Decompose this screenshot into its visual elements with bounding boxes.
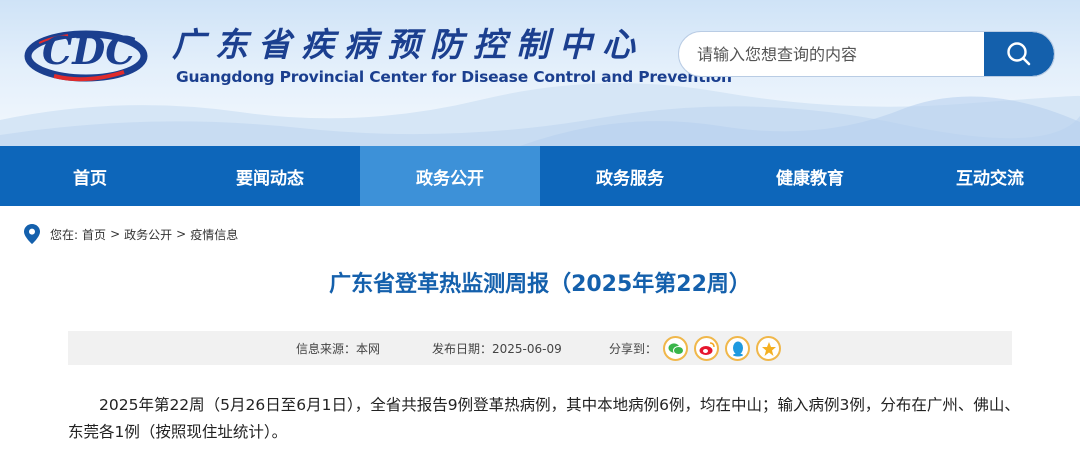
cdc-logo[interactable]: CDC xyxy=(24,16,154,86)
share-icons xyxy=(663,336,781,361)
breadcrumb: 您在: 首页 > 政务公开 > 疫情信息 xyxy=(24,224,242,244)
breadcrumb-separator: > xyxy=(110,227,121,241)
nav-home[interactable]: 首页 xyxy=(0,146,180,206)
article-meta-bar: 信息来源：本网 发布日期：2025-06-09 分享到： xyxy=(68,331,1012,365)
site-title-english: Guangdong Provincial Center for Disease … xyxy=(176,68,732,86)
breadcrumb-epidemic-info[interactable]: 疫情信息 xyxy=(190,226,238,243)
location-pin-icon xyxy=(24,224,40,244)
article-title: 广东省登革热监测周报（2025年第22周） xyxy=(329,272,751,297)
header-banner: CDC 广东省疾病预防控制中心 Guangdong Provincial Cen… xyxy=(0,0,1080,146)
breadcrumb-separator: > xyxy=(176,227,187,241)
article-source: 信息来源：本网 xyxy=(296,341,381,356)
qzone-icon[interactable] xyxy=(756,336,781,361)
nav-interaction[interactable]: 互动交流 xyxy=(900,146,1080,206)
breadcrumb-home[interactable]: 首页 xyxy=(82,226,106,243)
search-box xyxy=(678,31,1055,77)
nav-news[interactable]: 要闻动态 xyxy=(180,146,360,206)
article-date: 发布日期：2025-06-09 xyxy=(432,341,562,356)
logo-letters: CDC xyxy=(42,28,135,73)
qq-icon[interactable] xyxy=(725,336,750,361)
weibo-icon[interactable] xyxy=(694,336,719,361)
nav-government-affairs[interactable]: 政务公开 xyxy=(360,146,540,206)
nav-health-education[interactable]: 健康教育 xyxy=(720,146,900,206)
breadcrumb-government-affairs[interactable]: 政务公开 xyxy=(124,226,172,243)
share-label: 分享到： xyxy=(609,341,658,356)
nav-government-services[interactable]: 政务服务 xyxy=(540,146,720,206)
main-nav: 首页 要闻动态 政务公开 政务服务 健康教育 互动交流 xyxy=(0,146,1080,206)
site-title-chinese: 广东省疾病预防控制中心 xyxy=(172,25,645,64)
wechat-icon[interactable] xyxy=(663,336,688,361)
article-paragraph: 2025年第22周（5月26日至6月1日），全省共报告9例登革热病例，其中本地病… xyxy=(68,396,1020,441)
breadcrumb-prefix: 您在: xyxy=(50,227,79,242)
search-button[interactable] xyxy=(984,32,1054,76)
search-input[interactable] xyxy=(679,32,984,76)
search-icon xyxy=(1007,42,1031,66)
